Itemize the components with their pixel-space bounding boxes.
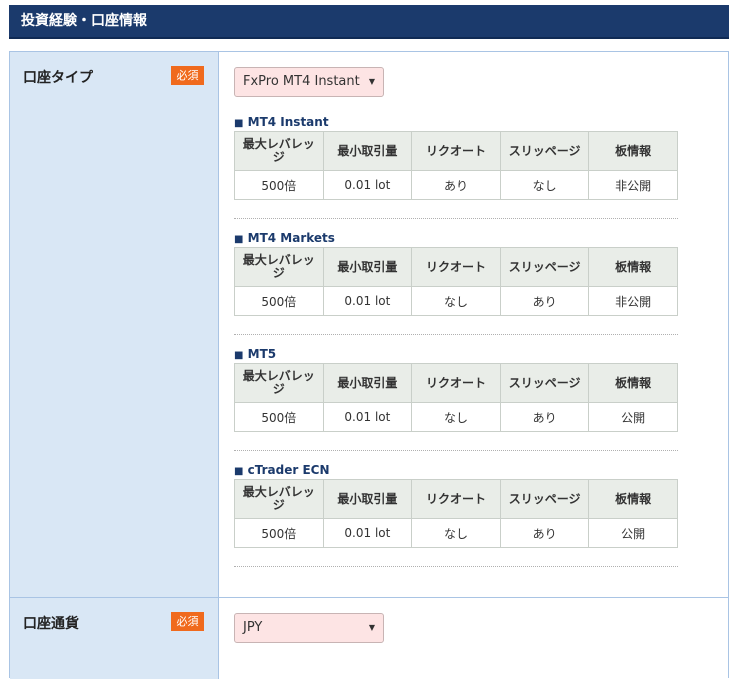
section-title: 投資経験・口座情報 xyxy=(21,13,147,29)
col-requote: リクオート xyxy=(411,131,501,171)
account-type-select[interactable]: FxPro MT4 Instant ▼ xyxy=(234,67,384,97)
col-slippage: スリッページ xyxy=(499,247,590,287)
spec-header-row: 最大レバレッジ 最小取引量 リクオート スリッページ 板情報 xyxy=(234,479,678,519)
divider xyxy=(234,566,678,567)
square-bullet-icon: ■ xyxy=(234,118,244,129)
plan-name: MT4 Instant xyxy=(247,115,329,129)
account-type-label: 口座タイプ xyxy=(23,70,93,86)
plan-block-ctrader-ecn: ■ cTrader ECN 最大レバレッジ 最小取引量 リクオート スリッページ… xyxy=(234,462,678,548)
plan-name: MT5 xyxy=(247,347,277,361)
cell-min-volume: 0.01 lot xyxy=(322,402,413,432)
account-currency-label: 口座通貨 xyxy=(23,616,79,632)
cell-slippage: あり xyxy=(499,286,590,316)
cell-slippage: なし xyxy=(499,170,590,200)
account-currency-select[interactable]: JPY ▼ xyxy=(234,613,384,643)
account-type-label-cell: 口座タイプ 必須 xyxy=(10,52,219,597)
cell-requote: なし xyxy=(411,286,501,316)
col-slippage: スリッページ xyxy=(499,479,590,519)
cell-min-volume: 0.01 lot xyxy=(322,518,413,548)
plan-name: MT4 Markets xyxy=(247,231,335,245)
required-badge: 必須 xyxy=(171,66,204,85)
col-max-leverage: 最大レバレッジ xyxy=(234,363,324,403)
cell-min-volume: 0.01 lot xyxy=(322,286,413,316)
table-row: 500倍 0.01 lot なし あり 非公開 xyxy=(234,286,678,316)
account-type-select-value: FxPro MT4 Instant xyxy=(243,74,360,89)
col-min-volume: 最小取引量 xyxy=(322,247,413,287)
col-max-leverage: 最大レバレッジ xyxy=(234,479,324,519)
col-max-leverage: 最大レバレッジ xyxy=(234,131,324,171)
plan-block-mt4-markets: ■ MT4 Markets 最大レバレッジ 最小取引量 リクオート スリッページ… xyxy=(234,230,678,316)
chevron-down-icon: ▼ xyxy=(368,623,375,632)
col-slippage: スリッページ xyxy=(499,131,590,171)
col-min-volume: 最小取引量 xyxy=(322,363,413,403)
plan-title: ■ MT4 Markets xyxy=(234,230,678,247)
cell-order-book: 公開 xyxy=(588,402,678,432)
cell-slippage: あり xyxy=(499,402,590,432)
spec-table: 最大レバレッジ 最小取引量 リクオート スリッページ 板情報 500倍 0.01… xyxy=(234,363,678,432)
divider xyxy=(234,450,678,451)
col-order-book: 板情報 xyxy=(588,131,678,171)
square-bullet-icon: ■ xyxy=(234,234,244,245)
plan-title: ■ MT5 xyxy=(234,346,678,363)
account-form: 口座タイプ 必須 FxPro MT4 Instant ▼ ■ MT4 Insta… xyxy=(9,51,729,679)
account-type-row: 口座タイプ 必須 FxPro MT4 Instant ▼ ■ MT4 Insta… xyxy=(10,52,728,598)
cell-max-leverage: 500倍 xyxy=(234,518,324,548)
cell-min-volume: 0.01 lot xyxy=(322,170,413,200)
divider xyxy=(234,218,678,219)
plan-title: ■ MT4 Instant xyxy=(234,114,678,131)
col-requote: リクオート xyxy=(411,247,501,287)
spec-table: 最大レバレッジ 最小取引量 リクオート スリッページ 板情報 500倍 0.01… xyxy=(234,131,678,200)
spec-table: 最大レバレッジ 最小取引量 リクオート スリッページ 板情報 500倍 0.01… xyxy=(234,479,678,548)
table-row: 500倍 0.01 lot あり なし 非公開 xyxy=(234,170,678,200)
col-order-book: 板情報 xyxy=(588,363,678,403)
spec-header-row: 最大レバレッジ 最小取引量 リクオート スリッページ 板情報 xyxy=(234,131,678,171)
col-max-leverage: 最大レバレッジ xyxy=(234,247,324,287)
cell-order-book: 非公開 xyxy=(588,286,678,316)
divider xyxy=(234,334,678,335)
col-requote: リクオート xyxy=(411,363,501,403)
plan-block-mt4-instant: ■ MT4 Instant 最大レバレッジ 最小取引量 リクオート スリッページ… xyxy=(234,114,678,200)
account-currency-label-cell: 口座通貨 必須 xyxy=(10,598,219,679)
cell-requote: なし xyxy=(411,402,501,432)
cell-requote: なし xyxy=(411,518,501,548)
cell-order-book: 非公開 xyxy=(588,170,678,200)
col-requote: リクオート xyxy=(411,479,501,519)
square-bullet-icon: ■ xyxy=(234,350,244,361)
cell-max-leverage: 500倍 xyxy=(234,170,324,200)
account-type-value-cell: FxPro MT4 Instant ▼ ■ MT4 Instant 最大レバレッ… xyxy=(219,52,728,597)
cell-slippage: あり xyxy=(499,518,590,548)
plan-name: cTrader ECN xyxy=(247,463,330,477)
spec-header-row: 最大レバレッジ 最小取引量 リクオート スリッページ 板情報 xyxy=(234,247,678,287)
account-currency-row: 口座通貨 必須 JPY ▼ xyxy=(10,598,728,679)
account-currency-select-value: JPY xyxy=(243,620,263,635)
spec-table: 最大レバレッジ 最小取引量 リクオート スリッページ 板情報 500倍 0.01… xyxy=(234,247,678,316)
plan-block-mt5: ■ MT5 最大レバレッジ 最小取引量 リクオート スリッページ 板情報 500… xyxy=(234,346,678,432)
cell-requote: あり xyxy=(411,170,501,200)
col-slippage: スリッページ xyxy=(499,363,590,403)
required-badge: 必須 xyxy=(171,612,204,631)
cell-max-leverage: 500倍 xyxy=(234,286,324,316)
table-row: 500倍 0.01 lot なし あり 公開 xyxy=(234,402,678,432)
account-currency-value-cell: JPY ▼ xyxy=(219,598,728,679)
section-header: 投資経験・口座情報 xyxy=(9,5,729,39)
square-bullet-icon: ■ xyxy=(234,466,244,477)
col-order-book: 板情報 xyxy=(588,247,678,287)
table-row: 500倍 0.01 lot なし あり 公開 xyxy=(234,518,678,548)
cell-order-book: 公開 xyxy=(588,518,678,548)
col-min-volume: 最小取引量 xyxy=(322,131,413,171)
spec-header-row: 最大レバレッジ 最小取引量 リクオート スリッページ 板情報 xyxy=(234,363,678,403)
cell-max-leverage: 500倍 xyxy=(234,402,324,432)
col-order-book: 板情報 xyxy=(588,479,678,519)
chevron-down-icon: ▼ xyxy=(368,77,375,86)
col-min-volume: 最小取引量 xyxy=(322,479,413,519)
plan-title: ■ cTrader ECN xyxy=(234,462,678,479)
